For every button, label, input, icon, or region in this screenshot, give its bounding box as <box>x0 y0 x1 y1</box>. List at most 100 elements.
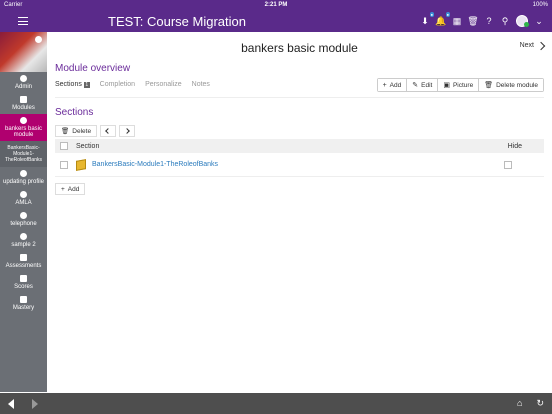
next-button[interactable]: Next <box>519 41 546 50</box>
gear-icon <box>20 75 27 82</box>
divider <box>55 97 544 98</box>
module-actions: + Add ✎ Edit ▣ Picture 🗑 Delete module <box>376 78 544 92</box>
calendar-icon[interactable]: ▦ <box>452 16 462 26</box>
sidebar-item-label: Mastery <box>12 305 35 311</box>
sidebar-item-modules[interactable]: Modules <box>0 93 47 114</box>
main-content: bankers basic module Next Module overvie… <box>47 32 552 392</box>
chevron-down-icon[interactable]: ⌄ <box>534 16 544 26</box>
button-label: Delete module <box>496 81 538 89</box>
notification-icon[interactable]: 🔔 ● <box>435 12 450 26</box>
chevron-right-icon <box>536 41 546 50</box>
module-overview-heading: Module overview <box>55 63 131 74</box>
sidebar-item-amla[interactable]: AMLA <box>0 188 47 209</box>
button-label: Add <box>67 185 80 193</box>
button-label: Delete <box>72 127 92 135</box>
trash-icon: 🗑 <box>484 82 494 89</box>
forward-icon[interactable] <box>32 398 38 409</box>
sidebar-item-sample-2[interactable]: sample 2 <box>0 230 47 251</box>
sidebar-item-label: bankers basic module <box>4 126 43 138</box>
pencil-icon: ✎ <box>412 82 419 89</box>
chevron-left-icon <box>105 128 111 134</box>
hide-checkbox[interactable] <box>504 160 512 169</box>
sidebar-item-scores[interactable]: Scores <box>0 272 47 293</box>
edit-button[interactable]: ✎ Edit <box>406 79 438 91</box>
gear-icon[interactable] <box>35 36 42 43</box>
tab-notes[interactable]: Notes <box>192 81 210 88</box>
status-bar: Carrier 2:21 PM 100% <box>0 0 552 10</box>
page-title: bankers basic module <box>241 41 358 55</box>
table-header: Section Hide <box>55 139 544 153</box>
arrow-circle-icon <box>20 233 27 240</box>
sidebar-item-label: Modules <box>12 105 35 111</box>
course-banner[interactable] <box>0 32 47 72</box>
sidebar-item-mastery[interactable]: Mastery <box>0 293 47 314</box>
back-icon[interactable] <box>8 398 14 409</box>
refresh-icon[interactable]: ↻ <box>536 398 544 409</box>
chevron-right-icon <box>124 128 130 134</box>
sections-table: Section Hide BankersBasic-Module1-TheRol… <box>55 139 544 177</box>
tab-completion[interactable]: Completion <box>100 81 135 88</box>
row-checkbox[interactable] <box>60 160 68 169</box>
avatar[interactable] <box>516 15 529 27</box>
arrow-circle-icon <box>20 170 27 177</box>
package-icon <box>76 158 86 171</box>
bar-chart-icon <box>20 296 27 303</box>
top-icons: ⬇ ● 🔔 ● ▦ 🗑 ? ⚲ ⌄ <box>420 12 544 27</box>
modules-icon <box>20 96 27 103</box>
sidebar-item-updating-profile[interactable]: updating profile <box>0 167 47 188</box>
delete-module-button[interactable]: 🗑 Delete module <box>478 79 543 91</box>
sidebar-item-label: Scores <box>14 284 33 290</box>
count-badge: 1 <box>83 81 90 88</box>
trash-icon: 🗑 <box>61 128 70 135</box>
download-icon[interactable]: ⬇ ● <box>420 12 434 26</box>
select-all-checkbox[interactable] <box>60 142 68 150</box>
help-icon[interactable]: ? <box>484 16 494 26</box>
assessments-icon <box>20 254 27 261</box>
app-title: TEST: Course Migration <box>108 13 246 29</box>
plus-icon: + <box>382 81 387 89</box>
sidebar-item-label: Assessments <box>5 263 42 269</box>
picture-button[interactable]: ▣ Picture <box>437 79 479 91</box>
sidebar-item-label: sample 2 <box>11 242 36 248</box>
sidebar-item-assessments[interactable]: Assessments <box>0 251 47 272</box>
sidebar-item-telephone[interactable]: telephone <box>0 209 47 230</box>
add-section-button[interactable]: + Add <box>55 183 86 195</box>
bottom-bar: ⌂ ↻ <box>0 393 552 414</box>
button-label: Edit <box>421 81 433 89</box>
hamburger-icon <box>18 17 28 25</box>
arrow-circle-icon <box>20 212 27 219</box>
tab-sections[interactable]: Sections 1 <box>55 81 90 88</box>
delete-button[interactable]: 🗑 Delete <box>55 125 98 137</box>
column-header-section: Section <box>76 142 100 150</box>
next-label: Next <box>519 42 534 49</box>
picture-icon: ▣ <box>443 82 450 89</box>
sidebar-item-label: Admin <box>14 84 32 90</box>
sidebar-item-bankers-basic-module[interactable]: bankers basic module <box>0 114 47 141</box>
move-up-button[interactable] <box>100 125 117 137</box>
arrow-circle-icon <box>20 191 27 198</box>
sidebar-item-admin[interactable]: Admin <box>0 72 47 93</box>
plus-icon: + <box>61 185 65 193</box>
table-row[interactable]: BankersBasic-Module1-TheRoleofBanks <box>55 153 544 177</box>
sidebar-item-label: AMLA <box>15 200 32 206</box>
sections-heading: Sections <box>55 107 94 118</box>
home-icon[interactable]: ⌂ <box>517 398 522 409</box>
sidebar-item-label: updating profile <box>2 179 45 185</box>
trash-icon[interactable]: 🗑 <box>467 16 478 26</box>
tab-personalize[interactable]: Personalize <box>145 81 182 88</box>
sidebar-item-label: telephone <box>10 221 37 227</box>
search-icon[interactable]: ⚲ <box>500 16 510 26</box>
scores-icon <box>20 275 27 282</box>
section-link[interactable]: BankersBasic-Module1-TheRoleofBanks <box>92 161 218 168</box>
clock: 2:21 PM <box>264 2 288 8</box>
sidebar: Admin Modules bankers basic module Banke… <box>0 32 47 392</box>
move-down-button[interactable] <box>119 125 136 137</box>
tab-label: Sections <box>55 81 82 88</box>
sections-toolbar: 🗑 Delete <box>55 125 136 137</box>
add-button[interactable]: + Add <box>377 79 407 91</box>
button-label: Picture <box>452 81 474 89</box>
menu-button[interactable] <box>0 17 46 25</box>
column-header-hide: Hide <box>507 142 522 150</box>
button-label: Add <box>389 81 402 89</box>
sidebar-subitem-section[interactable]: BankersBasic-Module1-TheRoleofBanks <box>0 141 47 167</box>
